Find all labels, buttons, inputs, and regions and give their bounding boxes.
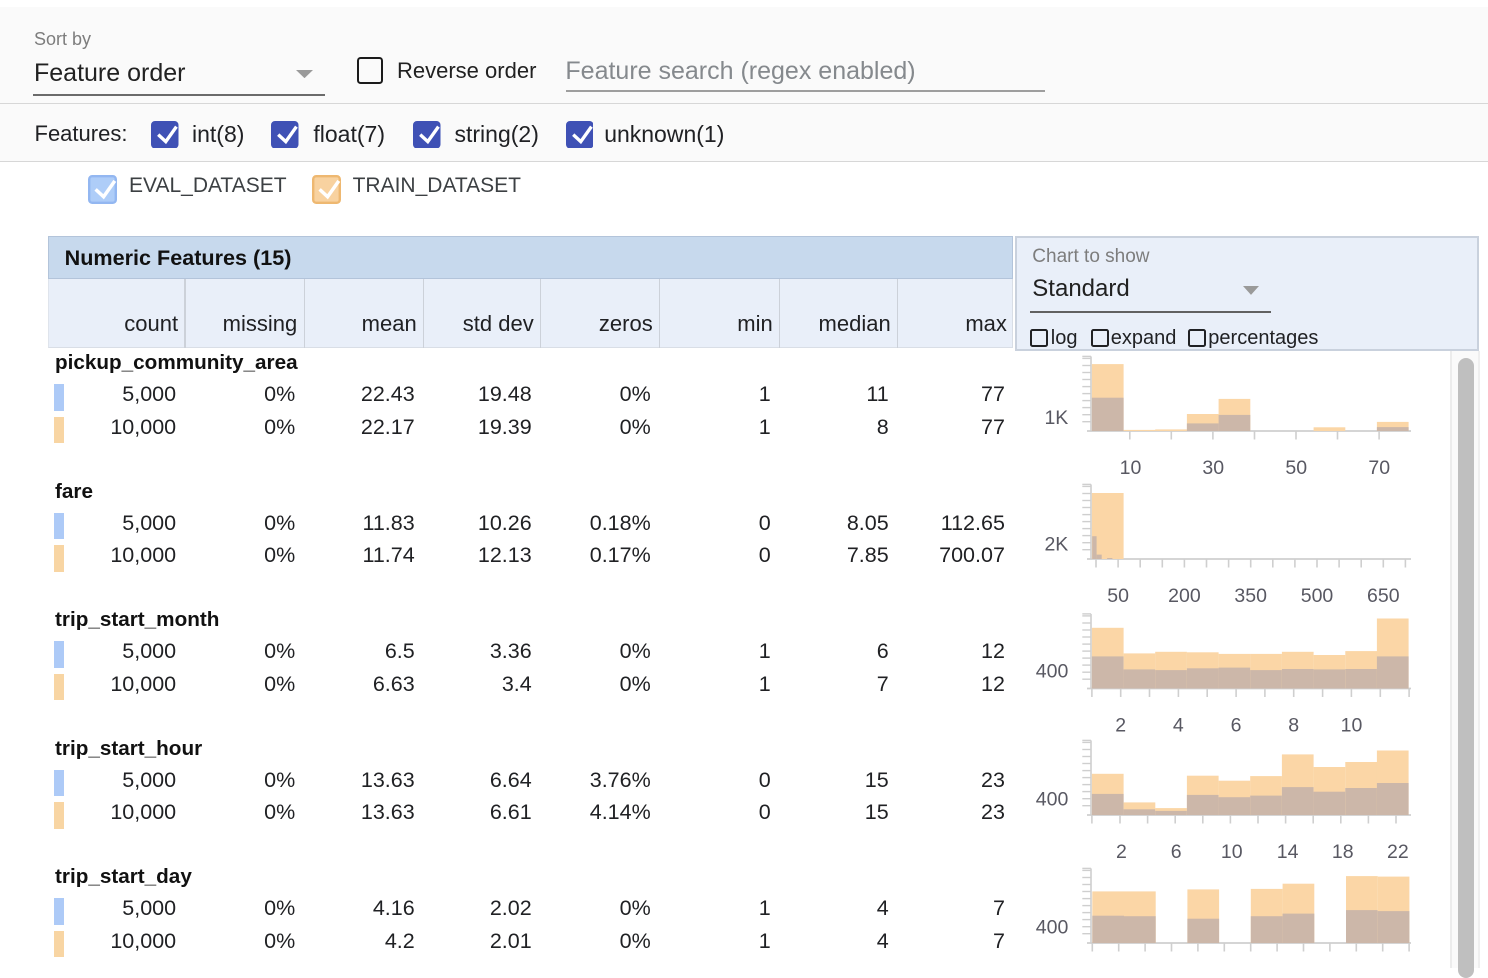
svg-text:70: 70 bbox=[1368, 457, 1390, 479]
svg-text:1K: 1K bbox=[1044, 407, 1068, 429]
svg-text:2: 2 bbox=[1115, 715, 1126, 737]
svg-text:10: 10 bbox=[1341, 715, 1363, 737]
svg-text:6: 6 bbox=[1171, 841, 1182, 863]
svg-text:2K: 2K bbox=[1044, 534, 1068, 556]
svg-text:22: 22 bbox=[1387, 841, 1409, 863]
svg-text:4: 4 bbox=[1173, 715, 1184, 737]
svg-text:400: 400 bbox=[1036, 789, 1069, 811]
svg-text:350: 350 bbox=[1234, 585, 1267, 607]
svg-text:10: 10 bbox=[1221, 841, 1243, 863]
svg-text:14: 14 bbox=[1277, 841, 1299, 863]
svg-text:6: 6 bbox=[1231, 715, 1242, 737]
svg-text:8: 8 bbox=[1288, 715, 1299, 737]
svg-text:400: 400 bbox=[1036, 917, 1069, 939]
svg-text:30: 30 bbox=[1202, 457, 1224, 479]
svg-text:2: 2 bbox=[1116, 841, 1127, 863]
svg-text:200: 200 bbox=[1168, 585, 1201, 607]
svg-text:500: 500 bbox=[1301, 585, 1334, 607]
svg-text:18: 18 bbox=[1332, 841, 1354, 863]
svg-text:50: 50 bbox=[1107, 585, 1129, 607]
svg-text:400: 400 bbox=[1036, 660, 1069, 682]
svg-text:10: 10 bbox=[1120, 457, 1142, 479]
svg-text:50: 50 bbox=[1285, 457, 1307, 479]
svg-text:650: 650 bbox=[1367, 585, 1400, 607]
